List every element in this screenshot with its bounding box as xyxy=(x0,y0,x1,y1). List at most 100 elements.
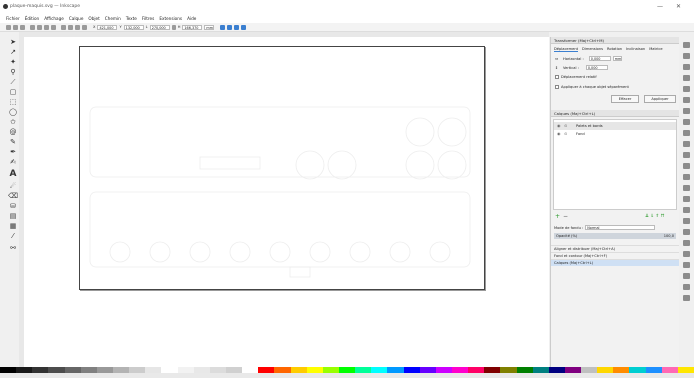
tab-matrice[interactable]: Matrice xyxy=(649,47,662,52)
select-all-icon[interactable] xyxy=(6,24,11,30)
deselect-icon[interactable] xyxy=(20,24,25,30)
menu-extensions[interactable]: Extensions xyxy=(159,16,182,21)
visibility-icon[interactable]: ◉ xyxy=(557,130,561,138)
zoom-selection-icon[interactable] xyxy=(683,163,690,169)
node-tool-icon[interactable]: ↗ xyxy=(9,48,17,56)
menu-filtres[interactable]: Filtres xyxy=(142,16,154,21)
paste-icon[interactable] xyxy=(683,152,690,158)
add-layer-icon[interactable]: + xyxy=(555,213,560,220)
measure-tool-icon[interactable]: ⟋ xyxy=(9,78,17,86)
rotate-ccw-icon[interactable] xyxy=(30,24,35,30)
transform-unit-select[interactable]: mm xyxy=(612,56,622,61)
duplicate-icon[interactable] xyxy=(683,196,690,202)
ungroup-icon[interactable] xyxy=(683,229,690,235)
lock-icon[interactable] xyxy=(171,24,176,30)
docked-layers[interactable]: Calques (Maj+Ctrl+L) xyxy=(551,259,679,266)
menu-affichage[interactable]: Affichage xyxy=(44,16,64,21)
plaque-drawing[interactable] xyxy=(80,47,484,289)
pencil-tool-icon[interactable]: ✎ xyxy=(9,138,17,146)
apply-button[interactable]: Appliquer xyxy=(644,95,676,103)
menu-calque[interactable]: Calque xyxy=(69,16,84,21)
calligraphy-tool-icon[interactable]: ✍ xyxy=(9,158,17,166)
move-patterns-icon[interactable] xyxy=(241,24,247,30)
menu-aide[interactable]: Aide xyxy=(187,16,196,21)
spiral-tool-icon[interactable]: @ xyxy=(9,128,17,136)
docked-fill-stroke[interactable]: Fond et contour (Maj+Ctrl+F) xyxy=(551,252,679,259)
dropper-tool-icon[interactable]: ⁄ xyxy=(9,232,17,240)
lock-icon[interactable]: ⊙ xyxy=(564,122,567,130)
move-layer-buttons-icon[interactable]: ⇊ ⇓ ⇑ ⇈ xyxy=(645,214,664,219)
y-field[interactable]: 132,000 xyxy=(123,24,144,30)
layers-list[interactable]: ◉ ⊙ Palets et bords ◉ ⊙ Fond xyxy=(553,119,677,210)
scale-stroke-icon[interactable] xyxy=(220,24,226,30)
x-field[interactable]: 421,000 xyxy=(97,24,118,30)
rotate-cw-icon[interactable] xyxy=(37,24,42,30)
cut-icon[interactable] xyxy=(683,141,690,147)
move-gradients-icon[interactable] xyxy=(234,24,240,30)
pen-tool-icon[interactable]: ✒ xyxy=(9,148,17,156)
zoom-tool-icon[interactable]: ⚲ xyxy=(9,68,17,76)
fill-stroke-icon[interactable] xyxy=(683,240,690,246)
text-tool-icon[interactable]: A xyxy=(9,169,17,179)
group-icon[interactable] xyxy=(683,218,690,224)
menu-edition[interactable]: Édition xyxy=(25,16,40,21)
flip-horizontal-icon[interactable] xyxy=(44,24,49,30)
menu-objet[interactable]: Objet xyxy=(88,16,99,21)
visibility-icon[interactable]: ◉ xyxy=(557,122,561,130)
star-tool-icon[interactable]: ✩ xyxy=(9,118,17,126)
lower-icon[interactable] xyxy=(75,24,80,30)
clear-button[interactable]: Effacer xyxy=(611,95,639,103)
apply-each-checkbox[interactable] xyxy=(555,85,559,89)
rectangle-tool-icon[interactable]: ▢ xyxy=(9,88,17,96)
copy-icon[interactable] xyxy=(683,130,690,136)
zoom-page-icon[interactable] xyxy=(683,185,690,191)
document-page[interactable] xyxy=(79,46,485,290)
lower-to-bottom-icon[interactable] xyxy=(82,24,87,30)
height-field[interactable]: 166,370 xyxy=(182,24,203,30)
width-field[interactable]: 270,000 xyxy=(149,24,170,30)
open-icon[interactable] xyxy=(683,53,690,59)
raise-icon[interactable] xyxy=(68,24,73,30)
remove-layer-icon[interactable]: − xyxy=(563,213,568,220)
scale-corners-icon[interactable] xyxy=(227,24,233,30)
print-icon[interactable] xyxy=(683,75,690,81)
minimize-button[interactable]: — xyxy=(657,3,663,10)
tab-inclinaison[interactable]: Inclinaison xyxy=(626,47,645,52)
tab-rotation[interactable]: Rotation xyxy=(607,47,622,52)
undo-icon[interactable] xyxy=(683,108,690,114)
gradient-tool-icon[interactable]: ▤ xyxy=(9,212,17,220)
raise-to-top-icon[interactable] xyxy=(61,24,66,30)
redo-icon[interactable] xyxy=(683,119,690,125)
zoom-drawing-icon[interactable] xyxy=(683,174,690,180)
layer-row[interactable]: ◉ ⊙ Fond xyxy=(554,130,676,138)
opacity-slider[interactable]: Opacité (%) 100,0 xyxy=(554,233,676,239)
spray-tool-icon[interactable]: ☄ xyxy=(9,182,17,190)
align-icon[interactable] xyxy=(683,284,690,290)
horizontal-field[interactable]: 0,000 xyxy=(588,56,611,61)
new-document-icon[interactable] xyxy=(683,42,690,48)
eraser-tool-icon[interactable]: ⌫ xyxy=(8,192,18,200)
close-button[interactable]: ✕ xyxy=(676,3,681,10)
preferences-icon[interactable] xyxy=(683,295,690,301)
import-icon[interactable] xyxy=(683,86,690,92)
ellipse-tool-icon[interactable]: ◯ xyxy=(9,108,17,116)
export-icon[interactable] xyxy=(683,97,690,103)
layers-panel-header[interactable]: Calques (Maj+Ctrl+L) xyxy=(551,110,679,117)
vertical-field[interactable]: 0,000 xyxy=(585,65,608,70)
save-icon[interactable] xyxy=(683,64,690,70)
menu-chemin[interactable]: Chemin xyxy=(105,16,121,21)
3d-box-tool-icon[interactable]: ⬚ xyxy=(9,98,17,106)
select-all-layers-icon[interactable] xyxy=(13,24,18,30)
tweak-tool-icon[interactable]: ✦ xyxy=(9,58,17,66)
connector-tool-icon[interactable]: ⚯ xyxy=(9,244,17,252)
menu-fichier[interactable]: Fichier xyxy=(6,16,20,21)
menu-texte[interactable]: Texte xyxy=(126,16,137,21)
text-font-icon[interactable] xyxy=(683,251,690,257)
paint-bucket-tool-icon[interactable]: ⛁ xyxy=(9,202,17,210)
lock-icon[interactable]: ⊙ xyxy=(564,130,567,138)
tab-dimensions[interactable]: Dimensions xyxy=(582,47,603,52)
clone-icon[interactable] xyxy=(683,207,690,213)
unit-select[interactable]: mm xyxy=(204,24,215,30)
docked-align-distribute[interactable]: Aligner et distribuer (Maj+Ctrl+A) xyxy=(551,245,679,252)
transform-panel-header[interactable]: Transformer (Maj+Ctrl+M) xyxy=(551,37,679,44)
